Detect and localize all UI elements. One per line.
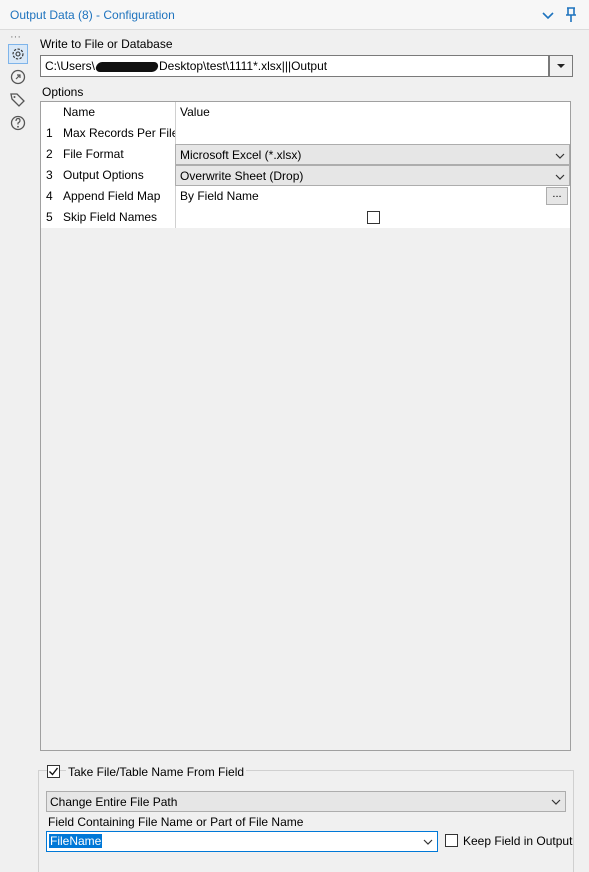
- chevron-down-icon[interactable]: [539, 6, 557, 24]
- options-label: Options: [42, 85, 84, 99]
- row-number: 3: [41, 165, 59, 186]
- take-name-checkbox[interactable]: [47, 765, 60, 778]
- config-sidebar: ···: [0, 31, 36, 872]
- row-name: Append Field Map: [59, 186, 175, 207]
- chevron-down-icon: [423, 839, 433, 845]
- table-row: 4 Append Field Map By Field Name ...: [41, 186, 570, 207]
- field-map-value: By Field Name: [180, 189, 259, 203]
- file-path-mode-value: Change Entire File Path: [50, 795, 178, 809]
- chevron-down-icon: [555, 153, 565, 159]
- row-name: Output Options: [59, 165, 175, 186]
- take-name-label: Take File/Table Name From Field: [66, 765, 247, 779]
- grid-header: Name Value: [41, 102, 570, 123]
- panel-title: Output Data (8) - Configuration: [10, 8, 175, 22]
- chevron-down-icon: [551, 799, 561, 805]
- gear-icon[interactable]: [8, 44, 28, 64]
- overflow-dots[interactable]: ···: [10, 31, 21, 43]
- keep-field-label: Keep Field in Output: [463, 834, 573, 848]
- row-name: Skip Field Names: [59, 207, 175, 228]
- pin-icon[interactable]: [562, 6, 580, 24]
- header-name: Name: [59, 102, 175, 123]
- chevron-down-icon: [555, 174, 565, 180]
- panel-titlebar: Output Data (8) - Configuration: [0, 0, 589, 30]
- header-num: [41, 102, 59, 123]
- output-path-field[interactable]: C:\Users\ Desktop\test\1111*.xlsx|||Outpu…: [40, 55, 549, 77]
- file-format-value: Microsoft Excel (*.xlsx): [180, 148, 302, 162]
- file-path-mode-select[interactable]: Change Entire File Path: [46, 791, 566, 812]
- tag-icon[interactable]: [8, 90, 28, 110]
- keep-field-checkbox[interactable]: [445, 834, 458, 847]
- table-row: 5 Skip Field Names: [41, 207, 570, 228]
- row-name: File Format: [59, 144, 175, 165]
- field-containing-label: Field Containing File Name or Part of Fi…: [48, 815, 304, 829]
- caret-down-icon: [557, 64, 565, 68]
- row-number: 5: [41, 207, 59, 228]
- max-records-input[interactable]: [175, 123, 570, 144]
- row-name: Max Records Per File: [59, 123, 175, 144]
- output-options-select[interactable]: Overwrite Sheet (Drop): [175, 165, 570, 186]
- output-options-value: Overwrite Sheet (Drop): [180, 169, 304, 183]
- write-to-label: Write to File or Database: [40, 37, 173, 51]
- help-icon[interactable]: [8, 113, 28, 133]
- header-value: Value: [175, 102, 570, 123]
- path-suffix: Desktop\test\1111*.xlsx|||Output: [159, 59, 328, 73]
- redaction-mark: [94, 61, 160, 72]
- table-row: 1 Max Records Per File: [41, 123, 570, 144]
- skip-field-names-cell: [175, 207, 570, 228]
- filename-field-select[interactable]: FileName: [46, 831, 438, 852]
- path-dropdown-button[interactable]: [549, 55, 573, 77]
- row-number: 4: [41, 186, 59, 207]
- path-prefix: C:\Users\: [45, 59, 96, 73]
- skip-field-names-checkbox[interactable]: [367, 211, 380, 224]
- table-row: 3 Output Options Overwrite Sheet (Drop): [41, 165, 570, 186]
- field-map-cell: By Field Name ...: [175, 186, 570, 207]
- options-grid: Name Value 1 Max Records Per File 2 File…: [40, 101, 571, 751]
- row-number: 1: [41, 123, 59, 144]
- table-row: 2 File Format Microsoft Excel (*.xlsx): [41, 144, 570, 165]
- field-map-button[interactable]: ...: [546, 187, 568, 205]
- file-format-select[interactable]: Microsoft Excel (*.xlsx): [175, 144, 570, 165]
- filename-field-value: FileName: [49, 834, 103, 848]
- annotation-icon[interactable]: [8, 67, 28, 87]
- row-number: 2: [41, 144, 59, 165]
- checkmark-icon: [49, 767, 59, 776]
